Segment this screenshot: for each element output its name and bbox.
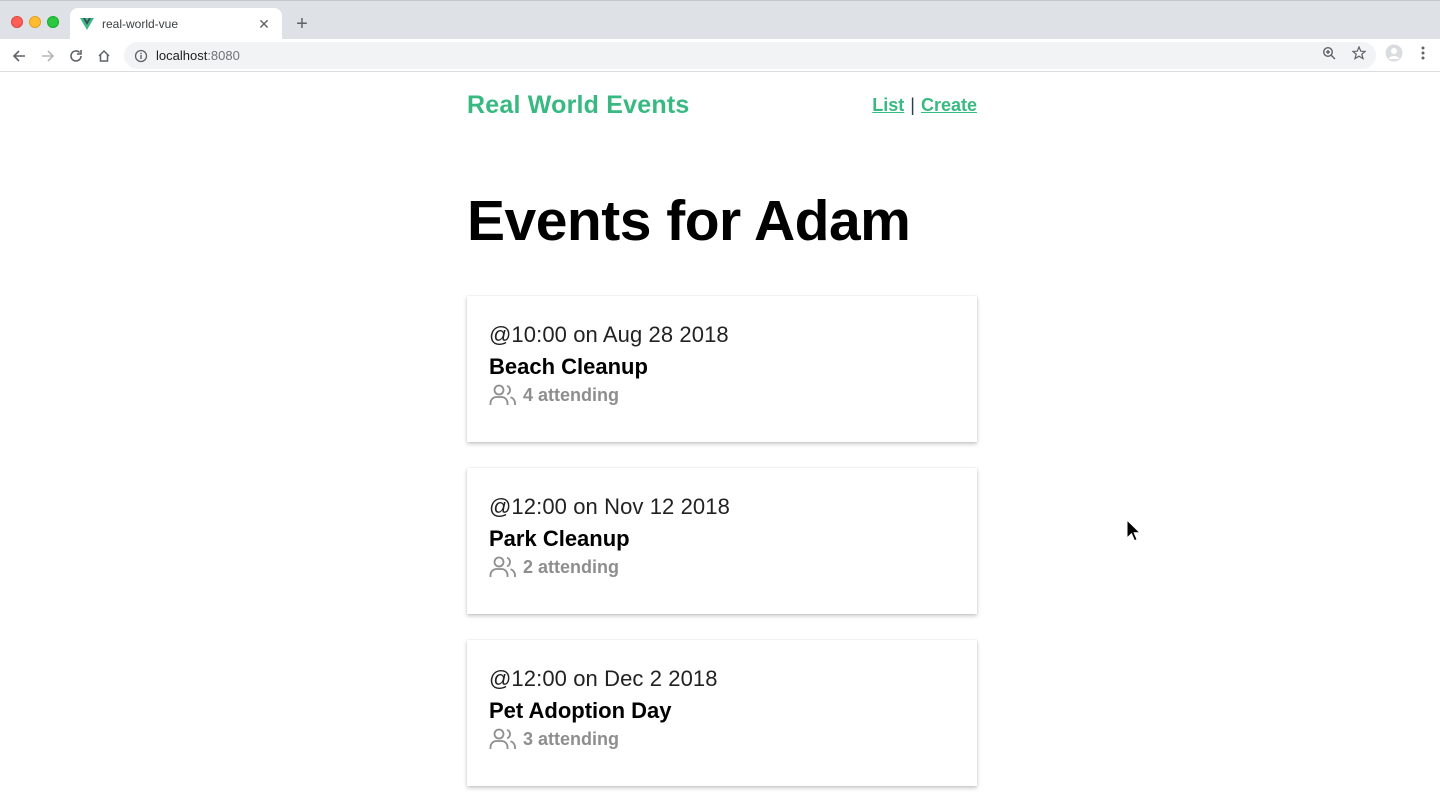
new-tab-button[interactable]: + xyxy=(292,14,312,34)
menu-icon[interactable] xyxy=(1414,44,1432,62)
event-card[interactable]: @12:00 on Nov 12 2018 Park Cleanup 2 att… xyxy=(467,468,977,614)
attending-count: 2 attending xyxy=(523,556,620,577)
event-title: Park Cleanup xyxy=(489,526,630,551)
site-header: Real World Events List | Create xyxy=(467,91,977,125)
profile-icon[interactable] xyxy=(1385,44,1403,62)
users-icon xyxy=(489,728,516,749)
nav-separator: | xyxy=(910,95,915,115)
url-port: :8080 xyxy=(207,48,240,63)
home-icon[interactable] xyxy=(93,45,115,67)
event-card[interactable]: @10:00 on Aug 28 2018 Beach Cleanup 4 at… xyxy=(467,296,977,442)
back-icon[interactable] xyxy=(8,45,30,67)
vue-logo-icon xyxy=(80,17,94,31)
forward-icon[interactable] xyxy=(37,45,59,67)
event-time: @10:00 on Aug 28 2018 xyxy=(489,322,729,347)
nav-link-create[interactable]: Create xyxy=(921,95,977,115)
address-bar[interactable]: localhost:8080 xyxy=(124,42,1376,69)
event-time: @12:00 on Dec 2 2018 xyxy=(489,666,718,691)
event-attending: 4 attending xyxy=(489,384,955,406)
page-content: Real World Events List | Create Events for… xyxy=(0,73,1440,810)
star-icon[interactable] xyxy=(1350,44,1368,62)
page-title: Events for Adam xyxy=(467,189,911,253)
site-nav: List | Create xyxy=(872,95,977,116)
info-icon[interactable] xyxy=(134,49,148,63)
reload-icon[interactable] xyxy=(65,45,87,67)
browser-titlebar: real-world-vue ✕ + xyxy=(0,0,1440,40)
attending-count: 4 attending xyxy=(523,384,620,405)
zoom-icon[interactable] xyxy=(1320,44,1338,62)
url-host: localhost xyxy=(156,48,208,63)
browser-tab[interactable]: real-world-vue ✕ xyxy=(70,8,282,40)
brand-logo[interactable]: Real World Events xyxy=(467,91,689,120)
tab-title: real-world-vue xyxy=(102,17,179,31)
window-minimize-button[interactable] xyxy=(29,16,41,28)
users-icon xyxy=(489,384,516,405)
event-title: Pet Adoption Day xyxy=(489,698,672,723)
event-card[interactable]: @12:00 on Dec 2 2018 Pet Adoption Day 3 … xyxy=(467,640,977,786)
users-icon xyxy=(489,556,516,577)
window-zoom-button[interactable] xyxy=(47,16,59,28)
window-close-button[interactable] xyxy=(11,16,23,28)
event-attending: 3 attending xyxy=(489,728,955,750)
nav-link-list[interactable]: List xyxy=(872,95,904,115)
tab-close-icon[interactable]: ✕ xyxy=(256,16,272,32)
event-title: Beach Cleanup xyxy=(489,354,648,379)
event-attending: 2 attending xyxy=(489,556,955,578)
browser-toolbar: localhost:8080 xyxy=(0,39,1440,72)
attending-count: 3 attending xyxy=(523,728,620,749)
event-time: @12:00 on Nov 12 2018 xyxy=(489,494,730,519)
mouse-cursor-icon xyxy=(1126,519,1142,542)
